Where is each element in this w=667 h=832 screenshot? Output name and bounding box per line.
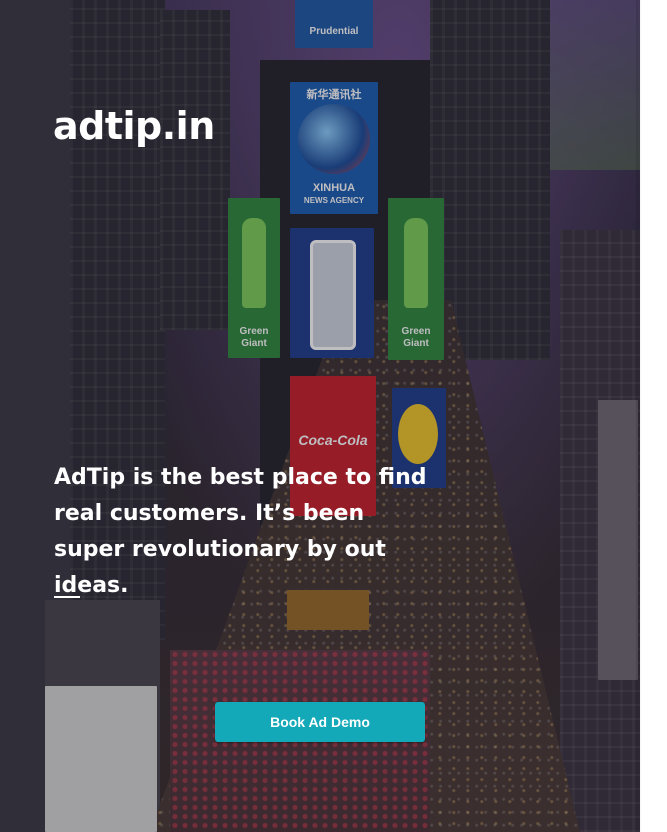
book-ad-demo-button[interactable]: Book Ad Demo [215,702,425,742]
tagline-underline [54,596,80,598]
panel-edge-shadow [636,0,642,832]
hero-tagline: AdTip is the best place to find real cus… [54,465,427,598]
brand-logo[interactable]: adtip.in [53,104,215,148]
